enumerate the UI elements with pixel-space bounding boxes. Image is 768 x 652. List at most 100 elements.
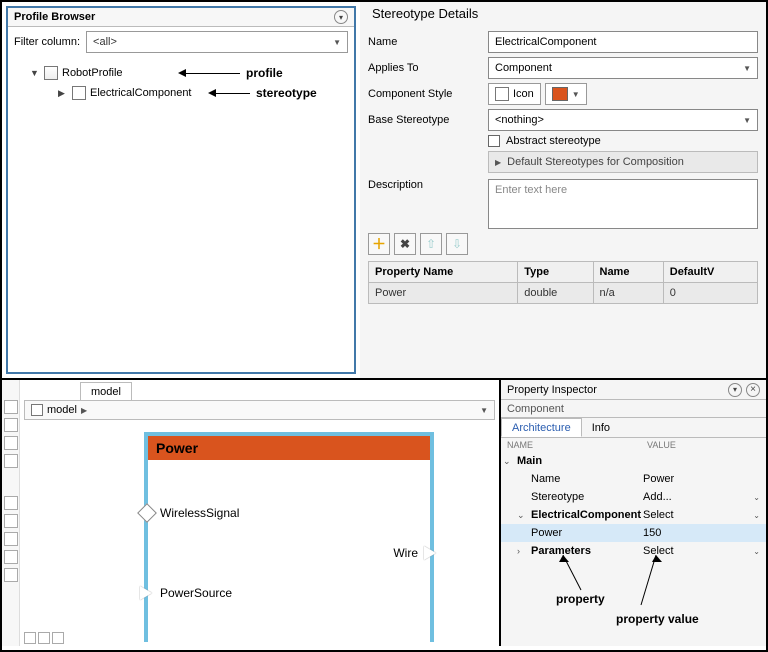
- prop-row-stereotype[interactable]: Stereotype Add... ⌄: [501, 488, 766, 506]
- component-block-power[interactable]: Power WirelessSignal Wire PowerSource: [144, 432, 434, 642]
- abstract-checkbox[interactable]: [488, 135, 500, 147]
- cell-propname: Power: [369, 283, 518, 304]
- col-name[interactable]: Name: [593, 262, 663, 283]
- stereotype-details-panel: Stereotype Details Name ElectricalCompon…: [360, 2, 766, 378]
- movedown-button[interactable]: ⇩: [446, 233, 468, 255]
- status-icon[interactable]: [38, 632, 50, 644]
- default-stereo-expander[interactable]: ▶ Default Stereotypes for Composition: [488, 151, 758, 173]
- expander-icon[interactable]: ▶: [58, 88, 68, 99]
- port-label: WirelessSignal: [160, 506, 239, 520]
- status-bar-icons: [24, 632, 64, 644]
- annotation-stereotype: stereotype: [256, 86, 317, 100]
- tool-icon[interactable]: [4, 454, 18, 468]
- description-label: Description: [368, 179, 488, 191]
- tab-info[interactable]: Info: [582, 418, 620, 437]
- inspector-subtitle: Component: [507, 403, 564, 415]
- chevron-right-icon: ▶: [495, 158, 501, 167]
- tool-icon[interactable]: [4, 400, 18, 414]
- panel-options-icon[interactable]: ▾: [334, 10, 348, 24]
- col-value-header: VALUE: [647, 440, 676, 450]
- status-icon[interactable]: [24, 632, 36, 644]
- basestereo-label: Base Stereotype: [368, 114, 488, 126]
- prop-power-value: 150: [643, 527, 661, 539]
- prop-row-power[interactable]: Power 150: [501, 524, 766, 542]
- appliesto-select[interactable]: Component ▼: [488, 57, 758, 79]
- panel-options-icon[interactable]: ▾: [728, 383, 742, 397]
- tool-icon[interactable]: [4, 568, 18, 582]
- model-icon: [31, 404, 43, 416]
- prop-power-label: Power: [531, 527, 562, 539]
- close-icon[interactable]: ×: [746, 383, 760, 397]
- chevron-right-icon: ▶: [81, 406, 87, 415]
- block-title: Power: [148, 436, 430, 460]
- icon-style-label: Icon: [513, 88, 534, 100]
- breadcrumb[interactable]: model: [47, 404, 77, 416]
- prop-group-electrical[interactable]: ⌄ElectricalComponent Select⌄: [501, 506, 766, 524]
- tool-icon[interactable]: [4, 550, 18, 564]
- tool-icon[interactable]: [4, 436, 18, 450]
- name-label: Name: [368, 36, 488, 48]
- appliesto-label: Applies To: [368, 62, 488, 74]
- group-elec-label: ElectricalComponent: [531, 509, 641, 521]
- properties-table: Property Name Type Name DefaultV Power d…: [368, 261, 758, 304]
- port-label: Wire: [393, 546, 418, 560]
- profile-icon: [44, 66, 58, 80]
- component-icon: [495, 87, 509, 101]
- chevron-down-icon: ⌄: [753, 493, 760, 502]
- port-wire[interactable]: Wire: [393, 546, 438, 560]
- chevron-down-icon: ⌄: [517, 510, 527, 521]
- col-default[interactable]: DefaultV: [663, 262, 757, 283]
- delete-property-button[interactable]: ✖: [394, 233, 416, 255]
- add-property-button[interactable]: ＋: [368, 233, 390, 255]
- tool-icon[interactable]: [4, 532, 18, 546]
- color-picker[interactable]: ▼: [545, 83, 587, 105]
- col-type[interactable]: Type: [518, 262, 593, 283]
- prop-row-name[interactable]: Name Power: [501, 470, 766, 488]
- prop-group-main[interactable]: ⌄Main: [501, 452, 766, 470]
- property-inspector-panel: Property Inspector ▾ × Component Archite…: [501, 380, 766, 646]
- annotation-arrow-icon: [210, 93, 250, 94]
- chevron-down-icon: ▼: [743, 116, 751, 125]
- table-row[interactable]: Power double n/a 0: [369, 283, 758, 304]
- tab-architecture[interactable]: Architecture: [501, 418, 582, 437]
- expander-icon[interactable]: ▼: [30, 68, 40, 78]
- chevron-down-icon[interactable]: ▼: [480, 406, 488, 415]
- prop-name-value: Power: [643, 473, 674, 485]
- canvas-tab-model[interactable]: model: [80, 382, 132, 400]
- tool-icon[interactable]: [4, 418, 18, 432]
- prop-stereo-value: Add...: [643, 491, 672, 503]
- appliesto-value: Component: [495, 62, 552, 74]
- model-canvas[interactable]: Power WirelessSignal Wire PowerSource: [24, 424, 495, 642]
- tree-label-stereotype: ElectricalComponent: [90, 87, 192, 99]
- group-param-value: Select: [643, 545, 674, 557]
- tool-icon[interactable]: [4, 496, 18, 510]
- canvas-toolbar: [2, 380, 20, 646]
- chevron-down-icon: ▼: [743, 64, 751, 73]
- canvas-tab-label: model: [91, 386, 121, 398]
- status-icon[interactable]: [52, 632, 64, 644]
- port-powersource[interactable]: PowerSource: [140, 586, 232, 600]
- port-icon: [137, 503, 157, 523]
- moveup-button[interactable]: ⇧: [420, 233, 442, 255]
- prop-group-parameters[interactable]: ›Parameters Select⌄: [501, 542, 766, 560]
- name-input[interactable]: ElectricalComponent: [488, 31, 758, 53]
- col-propname[interactable]: Property Name: [369, 262, 518, 283]
- group-param-label: Parameters: [531, 545, 591, 557]
- filter-column-select[interactable]: <all> ▼: [86, 31, 348, 53]
- arrow-up-icon: ⇧: [426, 237, 436, 251]
- tab-info-label: Info: [592, 422, 610, 434]
- filter-column-value: <all>: [93, 36, 117, 48]
- prop-stereo-label: Stereotype: [531, 491, 584, 503]
- tool-icon[interactable]: [4, 514, 18, 528]
- filter-column-label: Filter column:: [14, 36, 80, 48]
- color-swatch: [552, 87, 568, 101]
- icon-style-chip[interactable]: Icon: [488, 83, 541, 105]
- col-name-header: NAME: [507, 440, 647, 450]
- chevron-down-icon: ⌄: [753, 511, 760, 520]
- basestereo-value: <nothing>: [495, 114, 544, 126]
- name-value: ElectricalComponent: [495, 36, 597, 48]
- basestereo-select[interactable]: <nothing> ▼: [488, 109, 758, 131]
- port-wirelesssignal[interactable]: WirelessSignal: [140, 506, 239, 520]
- description-textarea[interactable]: Enter text here: [488, 179, 758, 229]
- cell-name: n/a: [593, 283, 663, 304]
